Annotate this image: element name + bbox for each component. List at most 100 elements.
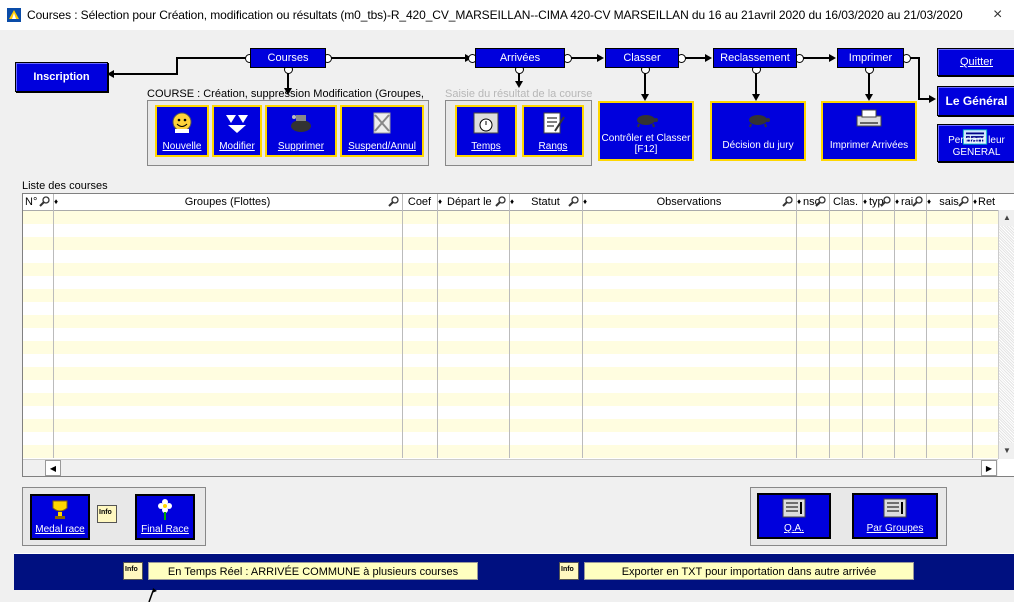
search-icon [388,196,399,207]
courses-table[interactable]: N° ♦ Groupes (Flottes) Coef ♦ Départ le ♦ S… [22,193,1014,477]
info-icon[interactable] [123,562,143,580]
rangs-button[interactable]: Rangs [522,105,584,157]
controler-label: Contrôler et Classer [F12] [601,133,691,155]
table-row[interactable] [23,211,998,224]
pendant-general-button[interactable]: Pendant leur GENERAL [937,124,1014,162]
inscription-button[interactable]: Inscription [15,62,108,92]
col-ret[interactable]: ♦ Ret [972,194,998,210]
rangs-label: Rangs [538,141,568,152]
smiley-icon [172,112,192,133]
table-row[interactable] [23,276,998,289]
step-courses[interactable]: Courses [250,48,326,68]
pendant-general-label: Pendant leur GENERAL [948,135,1005,158]
scroll-thumb[interactable] [63,462,973,473]
step-classer[interactable]: Classer [605,48,679,68]
scroll-down-icon[interactable]: ▼ [999,443,1014,459]
table-row[interactable] [23,354,998,367]
stopwatch-icon [473,112,499,134]
col-sais[interactable]: ♦ sais [926,194,973,210]
modifier-label: Modifier [219,141,255,152]
cancel-icon [373,112,391,134]
table-row[interactable] [23,224,998,237]
table-row[interactable] [23,393,998,406]
table-row[interactable] [23,302,998,315]
scroll-up-icon[interactable]: ▲ [999,210,1014,226]
info-icon[interactable] [559,562,579,580]
list-title: Liste des courses [22,180,108,192]
supprimer-label: Supprimer [277,141,325,152]
report-groups-icon [883,498,907,518]
table-header: N° ♦ Groupes (Flottes) Coef ♦ Départ le ♦ S… [23,194,998,211]
col-statut[interactable]: ♦ Statut [509,194,583,210]
exporter-button[interactable]: Exporter en TXT pour importation dans au… [584,562,914,580]
table-row[interactable] [23,237,998,250]
info-icon[interactable] [97,505,117,523]
mouse-cursor-icon [148,588,157,602]
qa-button[interactable]: Q.A. [757,493,831,539]
temps-button[interactable]: Temps [455,105,517,157]
search-icon [495,196,506,207]
search-icon [815,196,826,207]
table-row[interactable] [23,341,998,354]
table-row[interactable] [23,367,998,380]
step-arrivees[interactable]: Arrivées [475,48,565,68]
table-row[interactable] [23,315,998,328]
controler-button[interactable]: Contrôler et Classer [F12] [598,101,694,161]
quitter-label: Quitter [959,56,993,68]
medal-race-button[interactable]: Medal race [30,494,90,540]
table-row[interactable] [23,328,998,341]
table-row[interactable] [23,419,998,432]
modifier-button[interactable]: Modifier [212,105,262,157]
step-imprimer[interactable]: Imprimer [837,48,904,68]
sort-icon: ♦ [973,197,978,206]
col-rai[interactable]: ♦ rai [894,194,927,210]
par-groupes-button[interactable]: Par Groupes [852,493,938,539]
table-body[interactable] [23,211,998,458]
table-row[interactable] [23,263,998,276]
delete-icon [291,115,311,132]
col-nsc[interactable]: ♦ nsc [796,194,830,210]
search-icon [782,196,793,207]
decision-button[interactable]: Décision du jury [710,101,806,161]
vertical-scrollbar[interactable]: ▲ ▼ [998,210,1014,459]
turtle-icon [637,115,658,128]
supprimer-button[interactable]: Supprimer [265,105,337,157]
sort-icon: ♦ [797,197,802,206]
close-icon[interactable]: × [993,6,1002,24]
report-icon [782,498,806,518]
imprimer-arrivees-button[interactable]: Imprimer Arrivées [821,101,917,161]
qa-label: Q.A. [783,523,804,534]
scroll-left-icon[interactable]: ◀ [45,460,61,476]
sort-icon: ♦ [863,197,868,206]
search-icon [912,196,923,207]
table-row[interactable] [23,380,998,393]
col-observations[interactable]: ♦ Observations [582,194,797,210]
quitter-button[interactable]: Quitter [937,48,1014,76]
col-groupes[interactable]: ♦ Groupes (Flottes) [53,194,403,210]
table-row[interactable] [23,406,998,419]
search-icon [958,196,969,207]
col-coef[interactable]: Coef [402,194,438,210]
suspend-button[interactable]: Suspend/Annul [340,105,424,157]
search-icon [880,196,891,207]
modify-icon [226,115,248,133]
final-race-button[interactable]: Final Race [135,494,195,540]
table-row[interactable] [23,432,998,445]
col-num[interactable]: N° [23,194,54,210]
table-row[interactable] [23,445,998,458]
table-row[interactable] [23,289,998,302]
temps-reel-button[interactable]: En Temps Réel : ARRIVÉE COMMUNE à plusie… [148,562,478,580]
table-row[interactable] [23,250,998,263]
step-reclassement[interactable]: Reclassement [713,48,797,68]
flower-icon [158,499,172,520]
bottom-toolbar: En Temps Réel : ARRIVÉE COMMUNE à plusie… [14,553,1014,590]
le-general-button[interactable]: Le Général [937,86,1014,116]
col-typ[interactable]: ♦ typ [862,194,895,210]
col-clas[interactable]: Clas. [829,194,863,210]
col-depart[interactable]: ♦ Départ le [437,194,510,210]
horizontal-scrollbar[interactable]: ◀ ▶ [23,459,998,476]
scroll-right-icon[interactable]: ▶ [981,460,997,476]
sort-icon: ♦ [895,197,900,206]
nouvelle-label: Nouvelle [162,141,202,152]
nouvelle-button[interactable]: Nouvelle [155,105,209,157]
